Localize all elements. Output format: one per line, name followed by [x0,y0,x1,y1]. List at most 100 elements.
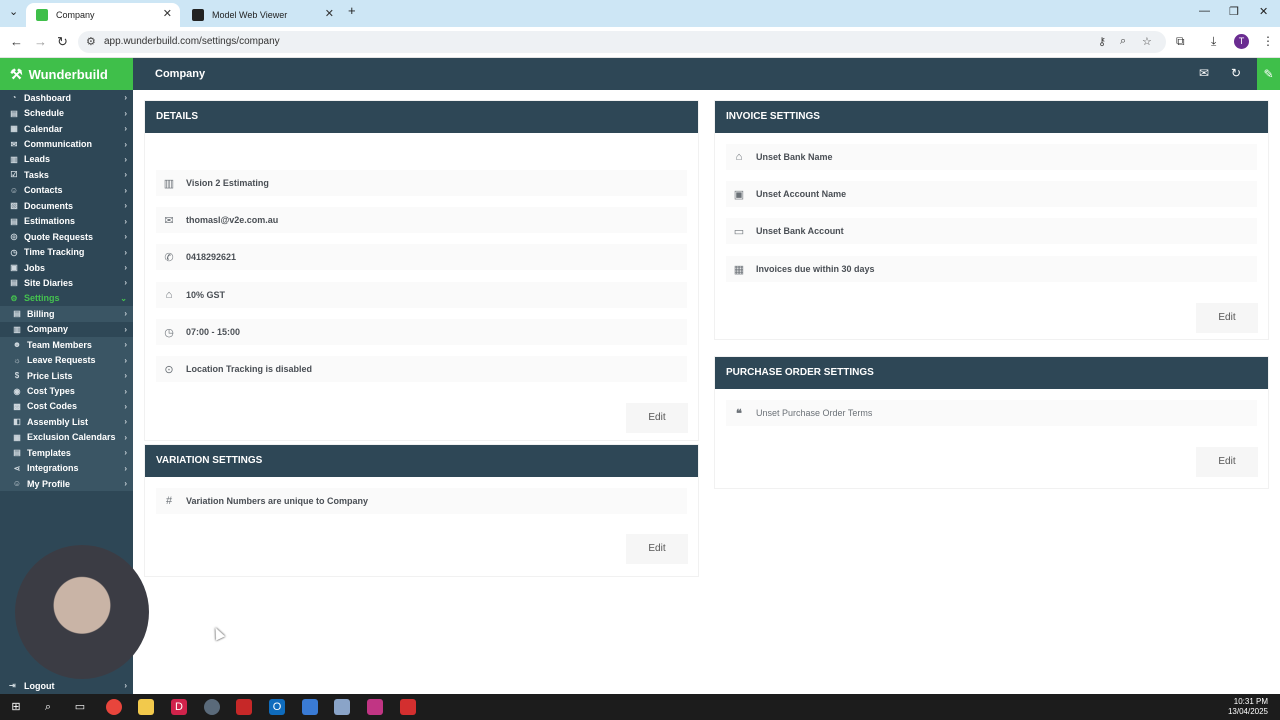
windows-start-icon[interactable]: ⊞ [8,699,24,715]
clock-icon: ◷ [164,326,174,339]
sidebar-item-settings[interactable]: ⚙ Settings ⌄ [0,291,133,306]
chrome-icon[interactable] [106,699,122,715]
bookmark-star-icon[interactable]: ☆ [1142,35,1152,48]
chevron-right-icon: › [124,432,127,442]
wunderbuild-favicon-icon [36,9,48,21]
chevron-right-icon: › [124,278,127,288]
messages-icon[interactable]: ✉ [1199,66,1209,80]
sidebar-item-documents[interactable]: ▧ Documents › [0,198,133,213]
chevron-right-icon: › [124,417,127,427]
task-view-icon[interactable]: ▭ [72,699,88,715]
invoice-row-bank-account: ▭ Unset Bank Account [726,218,1257,244]
sidebar-item-calendar[interactable]: ▦ Calendar › [0,121,133,136]
zoom-icon[interactable]: ⌕ [1120,35,1126,48]
variation-edit-button[interactable]: Edit [626,534,688,564]
tasks-icon: ☑ [10,170,18,180]
invoice-edit-button[interactable]: Edit [1196,303,1258,333]
sidebar-item-tasks[interactable]: ☑ Tasks › [0,167,133,182]
details-edit-button[interactable]: Edit [626,403,688,433]
profile-avatar[interactable]: T [1234,34,1249,49]
feedback-icon[interactable]: ✎ [1257,58,1280,90]
close-icon[interactable]: ✕ [163,7,172,20]
chevron-right-icon: › [124,340,127,350]
tab-model-web-viewer[interactable]: Model Web Viewer ✕ [182,3,342,27]
sidebar-item-schedule[interactable]: ▤ Schedule › [0,105,133,120]
window-close-icon[interactable]: ✕ [1259,5,1268,18]
sidebar-item-assembly-list[interactable]: ◧ Assembly List › [0,414,133,430]
sidebar-item-estimations[interactable]: ▤ Estimations › [0,214,133,229]
extensions-icon[interactable]: ⧉ [1176,34,1185,49]
restore-icon[interactable]: ❐ [1229,5,1239,18]
sidebar-item-company[interactable]: ▥ Company › [0,321,133,337]
sidebar-item-price-lists[interactable]: $ Price Lists › [0,367,133,384]
company-hours: 07:00 - 15:00 [186,327,241,337]
sidebar-item-cost-types[interactable]: ◉ Cost Types › [0,383,133,399]
chevron-right-icon: › [124,309,127,319]
contacts-icon: ☺ [9,185,19,195]
app-viewer-icon[interactable] [334,699,350,715]
close-icon[interactable]: ✕ [325,7,334,20]
search-icon[interactable]: ⌕ [40,699,56,715]
sidebar-item-leave-requests[interactable]: ☼ Leave Requests › [0,352,133,368]
invoice-settings-card: INVOICE SETTINGS ⌂ Unset Bank Name ▣ Unset… [714,100,1269,340]
brand-logo[interactable]: ⚒ Wunderbuild [0,58,133,90]
file-explorer-icon[interactable] [138,699,154,715]
forward-icon[interactable]: → [34,34,47,49]
purchase-order-edit-button[interactable]: Edit [1196,447,1258,477]
sidebar-item-cost-codes[interactable]: ▩ Cost Codes › [0,398,133,415]
more-menu-icon[interactable]: ⋮ [1262,34,1274,48]
tab-company[interactable]: Company ✕ [26,3,180,27]
sidebar-item-templates[interactable]: ▤ Templates › [0,445,133,461]
sidebar-menu: ◔ Dashboard › ▤ Schedule › ▦ Calendar › ✉ Commu… [0,90,133,492]
sidebar-item-jobs[interactable]: ▣ Jobs › [0,260,133,275]
app-d-icon[interactable]: D [171,699,187,715]
sidebar-item-my-profile[interactable]: ☺ My Profile › [0,475,133,492]
logout-icon: ⇥ [9,681,16,690]
integrations-icon: ⋖ [13,463,21,473]
sidebar-item-time-tracking[interactable]: ◷ Time Tracking › [0,244,133,259]
sidebar-item-exclusion-calendars[interactable]: ▦ Exclusion Calendars › [0,429,133,446]
reload-icon[interactable]: ↻ [57,34,68,50]
details-row-tax: ⌂ 10% GST [156,282,687,308]
app-blue-icon[interactable] [302,699,318,715]
chevron-right-icon: › [124,371,127,381]
back-icon[interactable]: ← [10,34,23,49]
chevron-right-icon: › [124,185,127,195]
sidebar-item-contacts[interactable]: ☺ Contacts › [0,183,133,198]
system-clock[interactable]: 10:31 PM 13/04/2025 [1228,697,1268,717]
outlook-icon[interactable]: O [269,699,285,715]
address-bar[interactable]: ⚙ app.wunderbuild.com/settings/company ⚷… [78,31,1166,53]
refresh-icon[interactable]: ↻ [1231,66,1241,80]
download-icon[interactable]: ⤓ [1211,34,1216,49]
quote-marks-icon: ❝ [736,407,742,420]
sidebar-item-communication[interactable]: ✉ Communication › [0,136,133,151]
chevron-right-icon: › [124,108,127,118]
building-icon: ▥ [163,177,175,190]
app-red-icon[interactable] [236,699,252,715]
sidebar-item-billing[interactable]: ▤ Billing › [0,306,133,322]
sidebar-item-integrations[interactable]: ⋖ Integrations › [0,460,133,476]
site-info-icon[interactable]: ⚙ [86,35,96,48]
clock-icon: ◷ [10,247,18,257]
chevron-right-icon: › [124,463,127,473]
sidebar-item-dashboard[interactable]: ◔ Dashboard › [0,90,133,105]
variation-settings-card: VARIATION SETTINGS # Variation Numbers ar… [144,444,699,577]
sidebar-item-site-diaries[interactable]: ▤ Site Diaries › [0,275,133,290]
sidebar-item-quote-requests[interactable]: ◎ Quote Requests › [0,229,133,244]
password-key-icon[interactable]: ⚷ [1098,35,1106,48]
new-tab-icon[interactable]: + [348,3,356,18]
app-globe-icon[interactable] [204,699,220,715]
tab-search-icon[interactable]: ⌄ [9,5,18,18]
acrobat-icon[interactable] [400,699,416,715]
purchase-order-row: ❝ Unset Purchase Order Terms [726,400,1257,426]
minimize-icon[interactable]: — [1199,5,1210,17]
wunderbuild-logo-icon: ⚒ [10,65,23,82]
instagram-icon[interactable] [367,699,383,715]
billing-icon: ▤ [13,309,21,319]
assembly-icon: ◧ [13,417,21,427]
sidebar-item-team-members[interactable]: ☻ Team Members › [0,337,133,353]
logout-button[interactable]: ⇥ Logout › [0,678,133,693]
company-email: thomasl@v2e.com.au [186,215,279,225]
sidebar-item-leads[interactable]: ▥ Leads › [0,152,133,167]
invoice-row-bank-name: ⌂ Unset Bank Name [726,144,1257,170]
